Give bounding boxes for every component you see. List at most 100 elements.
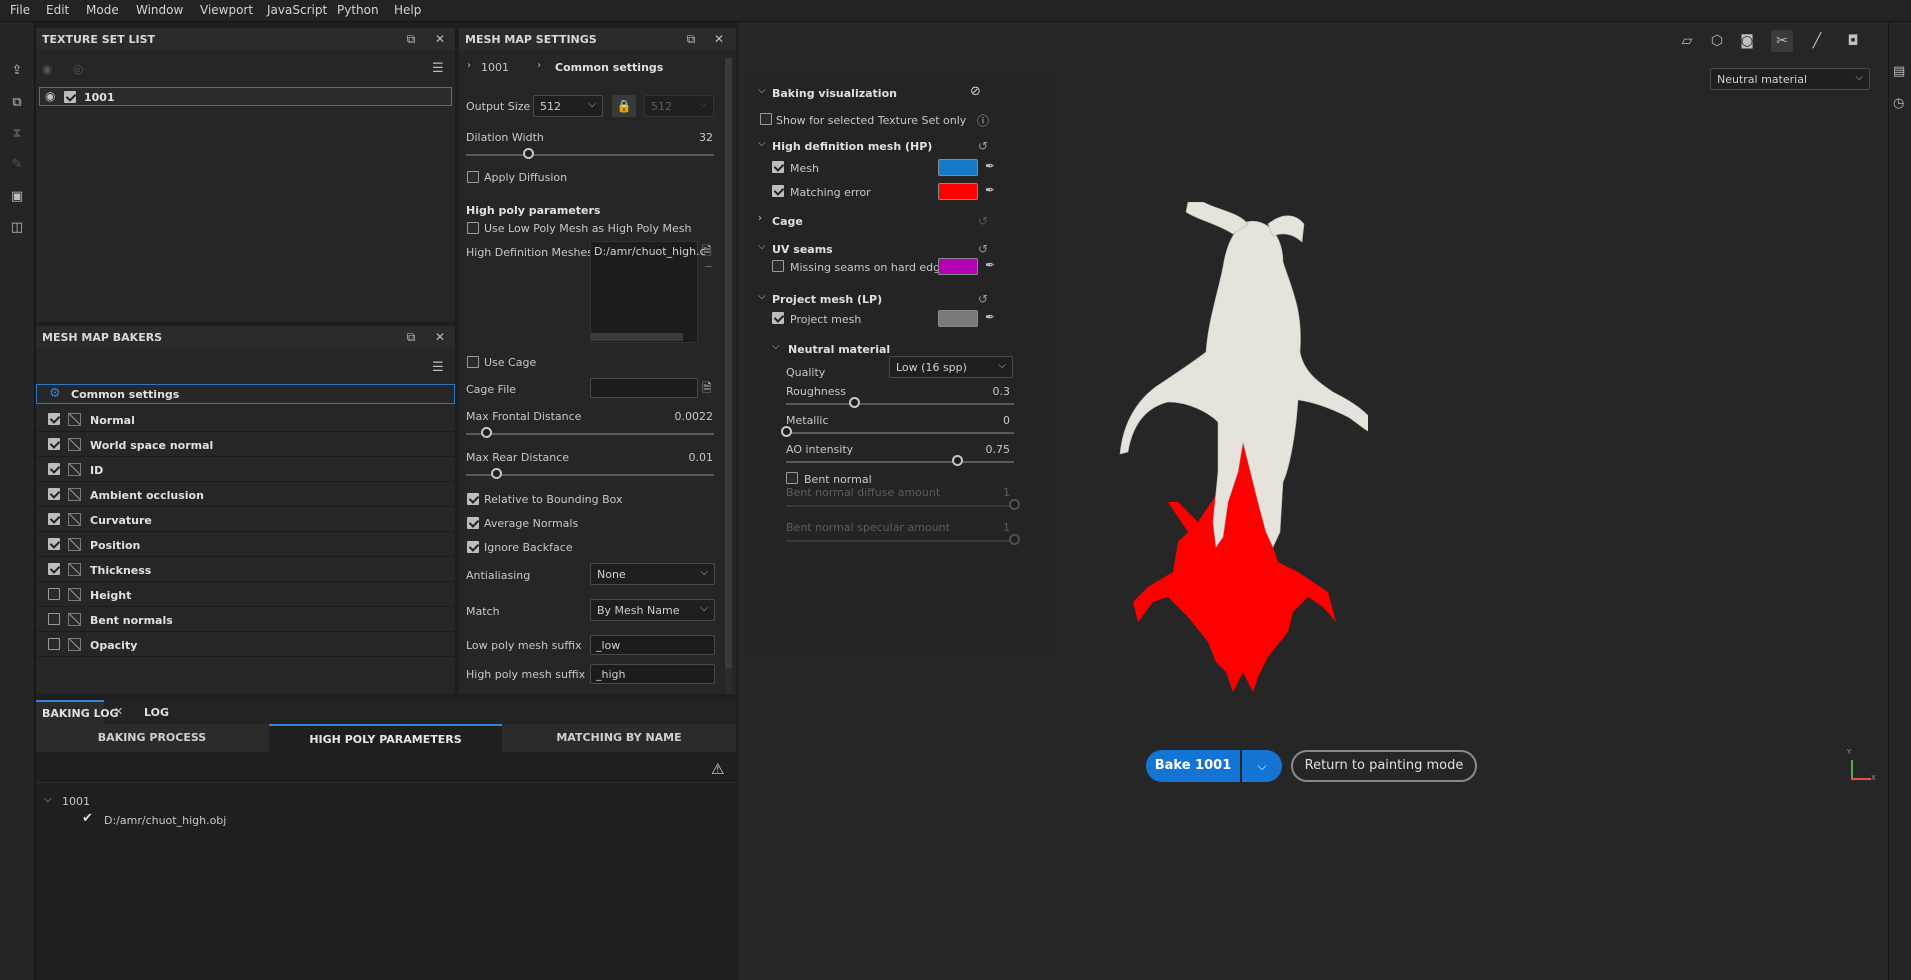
reset-icon[interactable]: ↺ xyxy=(978,242,992,256)
lock-icon[interactable]: 🔒 xyxy=(612,95,636,117)
baker-row[interactable]: Height xyxy=(36,583,455,607)
display-settings-icon[interactable]: ▣ xyxy=(9,190,25,204)
bent-normal-checkbox[interactable] xyxy=(786,472,798,484)
tab-log[interactable]: LOG xyxy=(144,706,169,719)
bake-icon[interactable]: ⧉ xyxy=(9,96,25,110)
menu-viewport[interactable]: Viewport xyxy=(200,3,253,17)
eyedropper-icon[interactable]: ✒ xyxy=(985,159,999,173)
missing-seams-checkbox[interactable] xyxy=(772,260,784,272)
reset-icon[interactable]: ↺ xyxy=(978,214,992,228)
menu-file[interactable]: File xyxy=(10,3,30,17)
bent-diffuse-thumb[interactable] xyxy=(1009,499,1020,510)
menu-window[interactable]: Window xyxy=(136,3,183,17)
reset-icon[interactable]: ↺ xyxy=(978,139,992,153)
chevron-right-icon[interactable]: › xyxy=(758,213,762,224)
return-to-painting-button[interactable]: Return to painting mode xyxy=(1291,750,1477,782)
mesh-checkbox[interactable] xyxy=(772,161,784,173)
tree-child[interactable]: D:/amr/chuot_high.obj xyxy=(104,814,226,827)
common-settings-row[interactable]: ⚙ Common settings xyxy=(36,384,455,404)
menu-javascript[interactable]: JavaScript xyxy=(267,3,327,17)
history-icon[interactable]: ⧗ xyxy=(9,127,25,141)
chevron-down-icon[interactable]: ⌵ xyxy=(758,138,766,149)
menu-python[interactable]: Python xyxy=(337,3,379,17)
close-icon[interactable]: ✕ xyxy=(433,32,447,46)
output-size-dropdown[interactable]: 512 ⌵ xyxy=(533,95,603,117)
export-icon[interactable]: ⇪ xyxy=(9,64,25,78)
maximize-icon[interactable]: ⧉ xyxy=(684,32,698,46)
bent-specular-slider[interactable] xyxy=(786,540,1014,542)
baker-row[interactable]: ID xyxy=(36,458,455,482)
viewport[interactable]: ▱ ⬡ ◙ ✂ ╱ ◘ Neutral material ⌵ ⌵ Baking v… xyxy=(738,22,1888,980)
close-icon[interactable]: ✕ xyxy=(433,330,447,344)
chevron-down-icon[interactable]: ⌵ xyxy=(758,291,766,302)
tab-baking-log[interactable]: BAKING LOG xyxy=(36,700,119,724)
output-size-locked-dropdown[interactable]: 512 ⌵ xyxy=(644,95,714,117)
cube-icon[interactable]: ⬡ xyxy=(1706,30,1728,52)
history-icon[interactable]: ◷ xyxy=(1893,96,1904,111)
baker-checkbox[interactable] xyxy=(48,488,60,500)
baker-row[interactable]: World space normal xyxy=(36,433,455,457)
baker-row[interactable]: Opacity xyxy=(36,633,455,657)
bent-specular-thumb[interactable] xyxy=(1009,534,1020,545)
bake-button[interactable]: Bake 1001 xyxy=(1146,750,1240,782)
max-frontal-slider[interactable] xyxy=(466,433,714,435)
baker-checkbox[interactable] xyxy=(48,538,60,550)
eye-icon[interactable]: ◉ xyxy=(42,62,52,76)
eye-icon[interactable]: ◉ xyxy=(45,89,55,103)
tab-matching-by-name[interactable]: MATCHING BY NAME xyxy=(503,727,735,749)
roughness-thumb[interactable] xyxy=(849,397,861,408)
use-cage-checkbox[interactable] xyxy=(467,356,479,368)
baker-row[interactable]: Normal xyxy=(36,408,455,432)
file-icon[interactable]: 🗎 xyxy=(702,379,712,400)
bent-diffuse-slider[interactable] xyxy=(786,505,1014,507)
list-menu-icon[interactable]: ☰ xyxy=(432,61,444,76)
transform-icon[interactable]: ✎ xyxy=(9,158,25,172)
vertical-scrollbar[interactable] xyxy=(725,58,732,694)
dilation-width-thumb[interactable] xyxy=(523,148,534,159)
menu-help[interactable]: Help xyxy=(394,3,421,17)
metallic-thumb[interactable] xyxy=(781,426,792,437)
average-normals-checkbox[interactable] xyxy=(467,517,479,529)
low-suffix-field[interactable]: _low xyxy=(590,635,715,655)
baker-checkbox[interactable] xyxy=(48,438,60,450)
eyedropper-icon[interactable]: ✒ xyxy=(985,183,999,197)
baker-checkbox[interactable] xyxy=(48,563,60,575)
baker-row[interactable]: Ambient occlusion xyxy=(36,483,455,507)
baker-checkbox[interactable] xyxy=(48,413,60,425)
quality-dropdown[interactable]: Low (16 spp) ⌵ xyxy=(889,356,1013,378)
hd-meshes-list[interactable]: D:/amr/chuot_high.c xyxy=(590,241,706,343)
menu-edit[interactable]: Edit xyxy=(46,3,69,17)
tab-baking-process[interactable]: BAKING PROCESS xyxy=(36,727,268,749)
shelf-icon[interactable]: ◫ xyxy=(9,221,25,235)
baker-row[interactable]: Thickness xyxy=(36,558,455,582)
baker-checkbox[interactable] xyxy=(48,638,60,650)
relative-bbox-checkbox[interactable] xyxy=(467,493,479,505)
minus-icon[interactable]: − xyxy=(704,260,713,273)
eyedropper-icon[interactable]: ✒ xyxy=(985,258,999,272)
eye-outline-icon[interactable]: ◎ xyxy=(73,62,83,76)
maximize-icon[interactable]: ⧉ xyxy=(404,32,418,46)
bake-mode-icon[interactable]: ✂ xyxy=(1771,30,1793,52)
chevron-down-icon[interactable]: ⌵ xyxy=(44,794,52,805)
tree-root[interactable]: 1001 xyxy=(62,795,90,808)
baker-checkbox[interactable] xyxy=(48,588,60,600)
ao-intensity-slider[interactable] xyxy=(786,461,1014,463)
view-mode-icon[interactable]: ▱ xyxy=(1676,30,1698,52)
baker-checkbox[interactable] xyxy=(48,513,60,525)
ignore-backface-checkbox[interactable] xyxy=(467,541,479,553)
tab-high-poly-parameters[interactable]: HIGH POLY PARAMETERS xyxy=(269,724,502,752)
info-icon[interactable]: ⓘ xyxy=(977,112,989,129)
project-mesh-checkbox[interactable] xyxy=(772,312,784,324)
baker-checkbox[interactable] xyxy=(48,463,60,475)
baker-checkbox[interactable] xyxy=(48,613,60,625)
matching-error-checkbox[interactable] xyxy=(772,185,784,197)
breadcrumb-item[interactable]: Common settings xyxy=(555,61,663,74)
chevron-down-icon[interactable]: ⌵ xyxy=(758,241,766,252)
apply-diffusion-checkbox[interactable] xyxy=(467,171,479,183)
texture-set-checkbox[interactable] xyxy=(64,91,76,103)
cage-file-field[interactable] xyxy=(590,378,698,398)
chevron-down-icon[interactable]: ⌵ xyxy=(758,85,766,96)
high-suffix-field[interactable]: _high xyxy=(590,664,715,684)
baker-row[interactable]: Curvature xyxy=(36,508,455,532)
chevron-down-icon[interactable]: ⌵ xyxy=(772,341,780,352)
